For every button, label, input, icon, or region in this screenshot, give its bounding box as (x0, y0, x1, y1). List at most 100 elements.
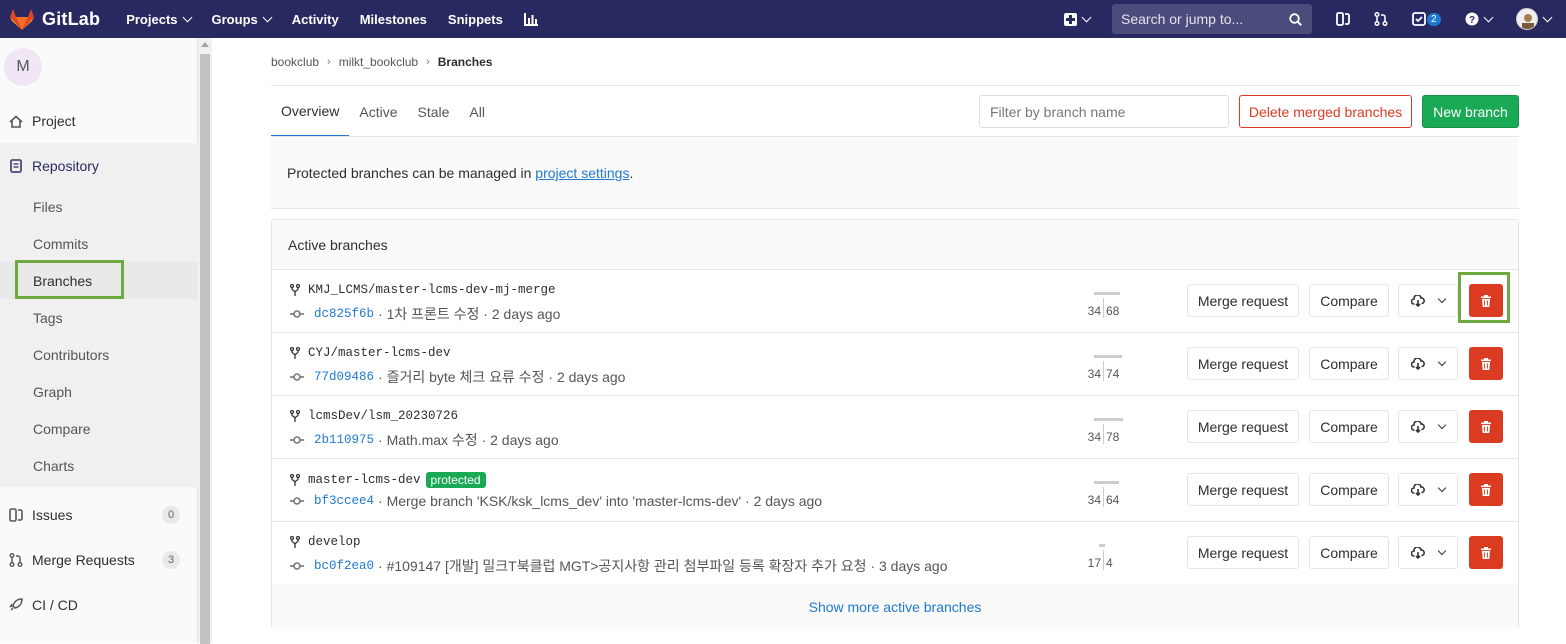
project-avatar[interactable]: M (4, 48, 42, 86)
sidebar-item-project[interactable]: Project (0, 111, 198, 131)
behind-bar (1094, 355, 1103, 358)
todos-button[interactable]: 2 (1412, 12, 1441, 26)
compare-button[interactable]: Compare (1309, 284, 1389, 317)
delete-merged-branches-button[interactable]: Delete merged branches (1239, 95, 1412, 128)
branch-name-link[interactable]: lcmsDev/lsm_20230726 (308, 409, 458, 423)
tab-stale[interactable]: Stale (407, 86, 459, 137)
sidebar-item-files[interactable]: Files (33, 199, 63, 215)
ahead-count: 4 (1106, 556, 1113, 570)
commit-icon (290, 435, 304, 445)
sidebar-item-commits[interactable]: Commits (33, 236, 88, 252)
repository-section (0, 143, 198, 487)
highlight-box (15, 260, 124, 299)
new-branch-button[interactable]: New branch (1422, 95, 1519, 128)
project-settings-link[interactable]: project settings (535, 165, 629, 181)
merge-requests-count-badge: 3 (162, 551, 180, 569)
chevron-down-icon (262, 12, 273, 22)
compare-button[interactable]: Compare (1309, 536, 1389, 569)
branch-name-link[interactable]: CYJ/master-lcms-dev (308, 346, 451, 360)
delete-branch-button[interactable] (1469, 410, 1503, 443)
commit-sha-link[interactable]: 77d09486 (314, 370, 374, 384)
commit-sha-link[interactable]: bf3ccee4 (314, 494, 374, 508)
delete-branch-button[interactable] (1469, 347, 1503, 380)
compare-button[interactable]: Compare (1309, 473, 1389, 506)
download-dropdown-button[interactable] (1398, 284, 1458, 317)
compare-button[interactable]: Compare (1309, 410, 1389, 443)
sidebar-item-charts[interactable]: Charts (33, 458, 74, 474)
delete-branch-button[interactable] (1469, 473, 1503, 506)
tab-all[interactable]: All (459, 86, 495, 137)
delete-branch-button[interactable] (1469, 536, 1503, 569)
breadcrumb-current[interactable]: Branches (438, 55, 493, 69)
nav-snippets[interactable]: Snippets (448, 12, 503, 27)
search-box[interactable] (1112, 4, 1312, 34)
commit-sha-link[interactable]: bc0f2ea0 (314, 559, 374, 573)
merge-request-button[interactable]: Merge request (1187, 347, 1299, 380)
chevron-down-icon (182, 12, 192, 22)
merge-request-icon[interactable] (1374, 12, 1388, 26)
divergence-graph: 34 68 (1082, 292, 1122, 322)
download-dropdown-button[interactable] (1398, 347, 1458, 380)
download-icon (1411, 357, 1425, 370)
branch-name-link[interactable]: master-lcms-dev (308, 473, 421, 487)
sidebar-item-repository[interactable]: Repository (0, 156, 198, 176)
user-menu[interactable] (1515, 8, 1553, 30)
nav-projects[interactable]: Projects (126, 12, 192, 27)
sidebar-item-tags[interactable]: Tags (33, 310, 63, 326)
sidebar-item-compare[interactable]: Compare (33, 421, 91, 437)
tab-overview[interactable]: Overview (271, 86, 350, 137)
commit-sha-link[interactable]: 2b110975 (314, 433, 374, 447)
divider (271, 136, 1519, 137)
branch-name-link[interactable]: develop (308, 535, 361, 549)
nav-milestones[interactable]: Milestones (360, 12, 427, 27)
scroll-up-arrow-icon[interactable] (201, 42, 209, 47)
active-branches-panel: Active branches KMJ_LCMS/master-lcms-dev… (271, 219, 1519, 629)
download-dropdown-button[interactable] (1398, 473, 1458, 506)
merge-request-button[interactable]: Merge request (1187, 410, 1299, 443)
download-dropdown-button[interactable] (1398, 410, 1458, 443)
breadcrumb-project[interactable]: milkt_bookclub (339, 55, 418, 69)
behind-count: 34 (1087, 430, 1101, 444)
help-icon: ? (1465, 12, 1479, 26)
download-dropdown-button[interactable] (1398, 536, 1458, 569)
rocket-icon (8, 598, 24, 612)
search-input[interactable] (1121, 11, 1271, 27)
commit-sha-link[interactable]: dc825f6b (314, 307, 374, 321)
breadcrumb-group[interactable]: bookclub (271, 55, 319, 69)
new-dropdown-button[interactable] (1064, 12, 1092, 26)
tab-active[interactable]: Active (349, 86, 407, 137)
nav-groups[interactable]: Groups (212, 12, 273, 27)
issues-count-badge: 0 (162, 506, 180, 524)
sidebar-item-graph[interactable]: Graph (33, 384, 72, 400)
merge-request-button[interactable]: Merge request (1187, 536, 1299, 569)
sidebar-item-merge-requests[interactable]: Merge Requests 3 (0, 550, 198, 570)
branch-filter-input[interactable] (979, 95, 1229, 128)
merge-request-button[interactable]: Merge request (1187, 284, 1299, 317)
scroll-thumb[interactable] (200, 54, 210, 644)
issues-icon[interactable] (1336, 12, 1350, 26)
sidebar-item-cicd[interactable]: CI / CD (0, 595, 198, 615)
divergence-graph: 17 4 (1082, 544, 1122, 574)
chart-icon[interactable] (523, 12, 538, 27)
compare-button[interactable]: Compare (1309, 347, 1389, 380)
merge-request-button[interactable]: Merge request (1187, 473, 1299, 506)
help-dropdown[interactable]: ? (1465, 12, 1494, 26)
nav-activity[interactable]: Activity (292, 12, 339, 27)
ahead-bar (1103, 544, 1105, 547)
gitlab-logo[interactable]: GitLab (10, 8, 100, 30)
trash-icon (1481, 546, 1491, 559)
branch-name-link[interactable]: KMJ_LCMS/master-lcms-dev-mj-merge (308, 283, 556, 297)
sidebar-item-label: Repository (32, 158, 99, 174)
branch-row: KMJ_LCMS/master-lcms-dev-mj-merge dc825f6… (272, 270, 1518, 333)
branch-icon (290, 284, 300, 296)
chevron-down-icon (1081, 12, 1092, 22)
download-icon (1411, 483, 1425, 496)
sidebar-item-issues[interactable]: Issues 0 (0, 505, 198, 525)
brand-name: GitLab (42, 8, 101, 29)
sidebar-item-contributors[interactable]: Contributors (33, 347, 109, 363)
top-navbar: GitLab Projects Groups Activity Mileston… (0, 0, 1566, 38)
show-more-branches-link[interactable]: Show more active branches (272, 584, 1518, 629)
chevron-right-icon: › (327, 56, 331, 68)
sidebar-scrollbar[interactable] (198, 38, 212, 644)
branch-name: lcmsDev/lsm_20230726 (290, 409, 458, 423)
